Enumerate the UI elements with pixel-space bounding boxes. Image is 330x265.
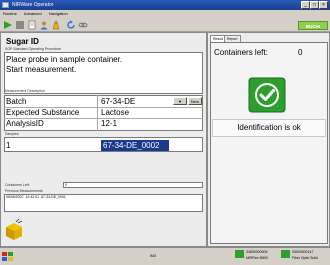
status-center: IM3 bbox=[150, 254, 156, 258]
window-title: NIRWare Operator bbox=[12, 2, 54, 8]
maximize-button[interactable]: □ bbox=[310, 1, 319, 9]
new-button[interactable]: New bbox=[188, 97, 202, 105]
previous-time: 12:42:01 bbox=[25, 195, 40, 199]
batch-field[interactable]: 67-34-DE bbox=[101, 96, 135, 107]
device-status-icon bbox=[281, 250, 290, 258]
minimize-button[interactable]: _ bbox=[301, 1, 310, 9]
device1-id: 34830000009 bbox=[246, 250, 268, 254]
page-title: Sugar ID bbox=[6, 37, 39, 46]
device1-name: NIRFlex N500 bbox=[246, 256, 268, 260]
device-status-icon bbox=[235, 250, 244, 258]
batch-label: Batch bbox=[6, 97, 27, 106]
document-icon[interactable] bbox=[27, 20, 37, 30]
left-panel: Sugar ID SOP Standard Operating Procedur… bbox=[0, 32, 207, 247]
sop-instructions: Place probe in sample container. Start m… bbox=[6, 55, 122, 75]
refresh-icon[interactable] bbox=[66, 20, 76, 30]
container-box-icon bbox=[6, 219, 23, 240]
previous-name: 67-34-DE_0001 bbox=[41, 195, 66, 199]
containers-left-caption: Containers left: bbox=[214, 48, 268, 57]
samples-section-label: Samples bbox=[5, 132, 19, 136]
expected-substance-label: Expected Substance bbox=[6, 108, 80, 117]
menu-routine[interactable]: Routine bbox=[3, 11, 17, 16]
play-icon[interactable] bbox=[3, 20, 13, 30]
sample-index: 1 bbox=[6, 141, 11, 150]
brand-logo: BUCHI bbox=[298, 21, 328, 30]
menu-navigation[interactable]: Navigation bbox=[49, 11, 68, 16]
status-flags-icon bbox=[2, 252, 16, 262]
column-divider bbox=[97, 95, 98, 131]
title-bar: NIRWare Operator _ □ × bbox=[0, 0, 330, 10]
containers-progress bbox=[63, 182, 203, 188]
sop-line-1: Place probe in sample container. bbox=[6, 55, 123, 64]
toolbar bbox=[0, 18, 330, 32]
menu-advanced[interactable]: Advanced bbox=[24, 11, 42, 16]
link-icon[interactable] bbox=[78, 20, 88, 30]
status-bar: IM3 34830000009 NIRFlex N500 05000000147… bbox=[0, 247, 330, 265]
analysis-id-field[interactable]: 12-1 bbox=[101, 118, 117, 129]
app-icon bbox=[2, 2, 9, 8]
containers-left-label: Containers Left: bbox=[5, 183, 30, 187]
expected-substance-field[interactable]: Lactose bbox=[101, 107, 129, 118]
right-panel: Result Report Containers left: 0 Identif… bbox=[207, 32, 330, 247]
containers-left-value: 0 bbox=[65, 183, 67, 187]
previous-measurements-label: Previous Measurements bbox=[5, 189, 43, 193]
result-message: Identification is ok bbox=[212, 119, 326, 137]
sample-name-selected[interactable]: 67-34-DE_0002 bbox=[101, 140, 169, 151]
user-icon[interactable] bbox=[39, 20, 49, 30]
result-area bbox=[210, 42, 328, 244]
stop-icon[interactable] bbox=[15, 20, 25, 30]
sop-line-2: Start measurement. bbox=[6, 65, 77, 74]
sop-label: SOP Standard Operating Procedure bbox=[5, 47, 61, 51]
weight-icon[interactable] bbox=[51, 20, 61, 30]
measurement-section-label: Measurement Description bbox=[5, 89, 45, 93]
menu-bar: Routine Advanced Navigation bbox=[0, 10, 330, 18]
tab-report[interactable]: Report bbox=[224, 35, 241, 42]
analysis-id-label: AnalysisID bbox=[6, 119, 44, 128]
previous-date: 05/05/2007 bbox=[6, 195, 24, 199]
device2-name: Fiber Optic Solid bbox=[292, 256, 318, 260]
device2-id: 05000000147 bbox=[292, 250, 314, 254]
previous-measurement-row[interactable]: 05/05/2007 12:42:01 67-34-DE_0001 bbox=[6, 195, 66, 200]
containers-left-count: 0 bbox=[298, 48, 303, 57]
row-divider bbox=[4, 118, 203, 119]
row-divider bbox=[4, 107, 203, 108]
checkmark-icon bbox=[248, 77, 286, 113]
close-button[interactable]: × bbox=[319, 1, 328, 9]
batch-dropdown[interactable]: ▼ bbox=[173, 97, 187, 105]
